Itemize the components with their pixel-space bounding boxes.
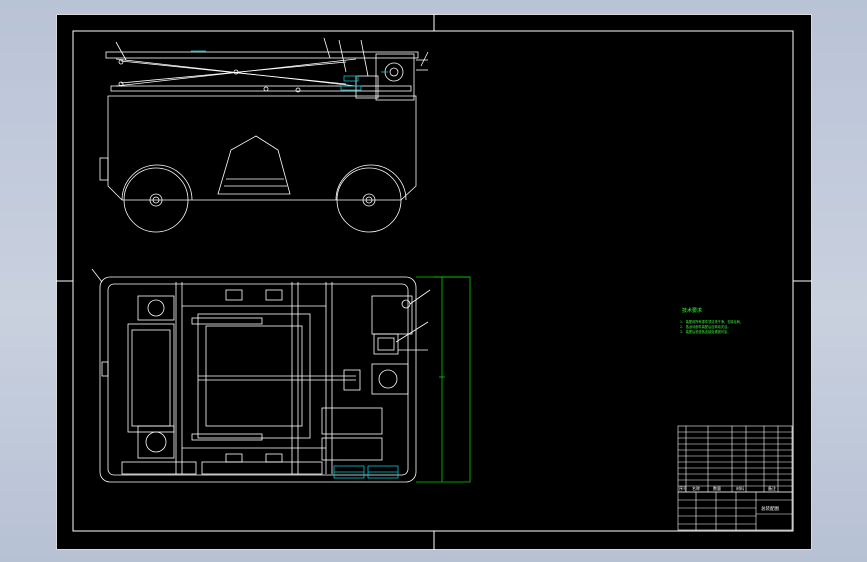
leader-line (420, 51, 429, 67)
pivot (118, 59, 124, 65)
parts-list (677, 425, 793, 493)
side-handle (99, 157, 109, 181)
column-label: 数量 (713, 485, 721, 491)
highlight-part (340, 85, 362, 91)
note-line: 2. 各运动部件装配后应转动灵活。 (680, 324, 730, 329)
column-label: 材料 (736, 485, 744, 491)
motor-bracket (355, 75, 379, 99)
motor-housing (137, 425, 175, 459)
cad-drawing: 技术要求 1. 装配前所有零件须清洗干净，去除毛刺。 2. 各运动部件装配后应转… (56, 14, 812, 550)
note-line: 1. 装配前所有零件须清洗干净，去除毛刺。 (680, 319, 743, 324)
wheel-arch-front (121, 164, 193, 201)
title-block (677, 425, 793, 531)
top-view (91, 268, 431, 483)
platform-top-rail (105, 51, 419, 59)
cad-viewport[interactable]: 技术要求 1. 装配前所有零件须清洗干净，去除毛刺。 2. 各运动部件装配后应转… (56, 14, 812, 550)
battery-box (127, 323, 175, 433)
sheet-outer-border (56, 14, 812, 550)
dimension-lines (416, 276, 471, 483)
center-weight (217, 135, 291, 195)
pivot (295, 87, 301, 93)
leader-line (115, 41, 127, 61)
chassis-outline (99, 276, 417, 483)
bottom-rails (121, 461, 197, 475)
column-label: 备注 (768, 485, 776, 491)
drive-motor (371, 295, 413, 335)
column-label: 序号 (679, 485, 687, 491)
platform-bottom-rail (110, 85, 412, 92)
side-view (99, 37, 429, 233)
pivot (263, 86, 269, 92)
technical-notes: 技术要求 1. 装配前所有零件须清洗干净，去除毛刺。 2. 各运动部件装配后应转… (680, 307, 743, 334)
leader-line (338, 39, 347, 73)
leader-line (91, 268, 103, 283)
notes-title: 技术要求 (682, 307, 702, 314)
note-line: 3. 装配后检查各连接处紧固可靠。 (680, 329, 730, 334)
leader-line (323, 37, 331, 59)
chassis-inner (107, 283, 409, 476)
reducer (371, 363, 409, 395)
drawing-name: 总装配图 (761, 505, 779, 512)
scissor-arm-4 (120, 61, 347, 84)
leader-line (409, 289, 431, 305)
vehicle-body (107, 95, 417, 201)
gearbox (375, 53, 415, 101)
column-label: 名称 (692, 485, 700, 491)
dimension-line (416, 276, 471, 483)
